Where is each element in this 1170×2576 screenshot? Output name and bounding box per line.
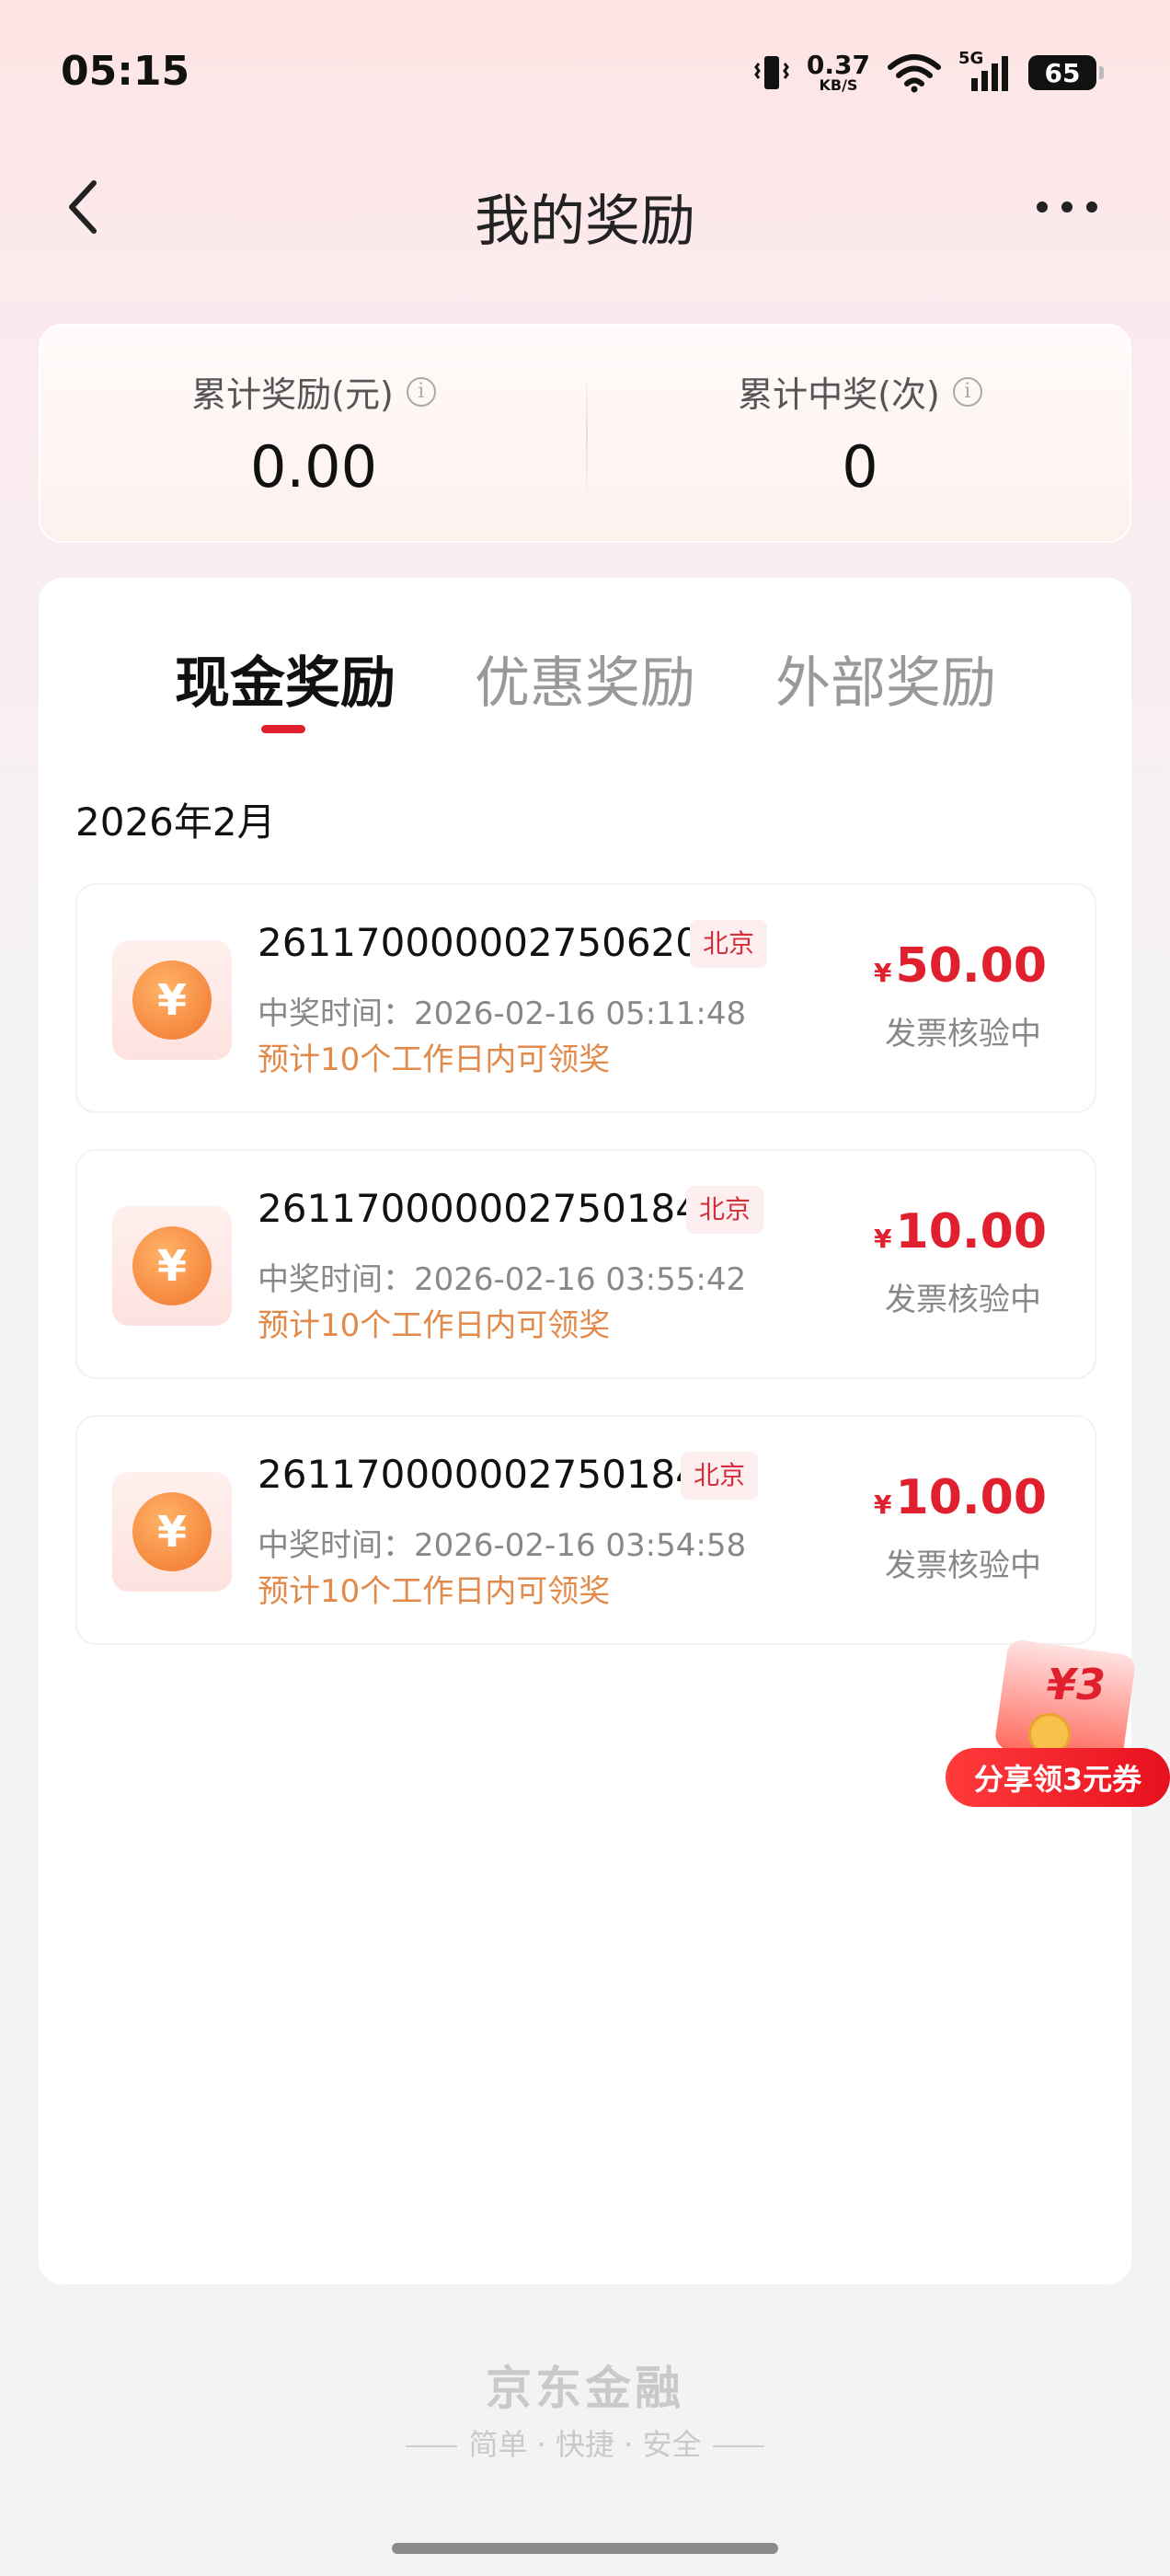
info-icon[interactable]: i — [952, 376, 982, 407]
currency-symbol: ¥ — [874, 1489, 892, 1520]
share-coupon-button[interactable]: 分享领3元券 — [946, 1748, 1170, 1807]
battery-indicator: 65 — [1028, 55, 1104, 90]
footer-brand: 京东金融 — [486, 2362, 684, 2415]
coin-icon-container: ¥ — [112, 1206, 232, 1326]
slogan-divider-left — [406, 2445, 458, 2447]
total-reward-summary: 累计奖励(元) i 0.00 — [40, 366, 587, 500]
footer-slogan: 简单 · 快捷 · 安全 — [0, 2421, 1170, 2464]
claim-note: 预计10个工作日内可领奖 — [258, 1041, 611, 1078]
active-tab-indicator — [261, 725, 305, 733]
reward-item[interactable]: ¥ 26117000000275018463 北京 中奖时间：2026-02-1… — [75, 1149, 1096, 1379]
reward-status: 发票核验中 — [885, 1282, 1041, 1318]
total-wins-label: 累计中奖(次) — [738, 374, 940, 415]
tab-cash-rewards[interactable]: 现金奖励 — [175, 638, 396, 719]
currency-symbol: ¥ — [874, 958, 892, 988]
reward-item[interactable]: ¥ 26117000000275062085 北京 中奖时间：2026-02-1… — [75, 883, 1096, 1113]
vibrate-icon — [754, 56, 789, 89]
city-tag: 北京 — [686, 1186, 764, 1234]
reward-status: 发票核验中 — [885, 1547, 1041, 1584]
tab-discount-rewards[interactable]: 优惠奖励 — [475, 638, 695, 719]
promo-badge: ¥3 — [1047, 1660, 1107, 1709]
yuan-coin-icon: ¥ — [132, 960, 212, 1040]
battery-level: 65 — [1044, 57, 1081, 88]
reward-amount: ¥50.00 — [874, 938, 1047, 994]
win-time: 中奖时间：2026-02-16 03:55:42 — [258, 1261, 747, 1298]
status-time: 05:15 — [61, 48, 190, 95]
more-dots-icon — [1037, 201, 1097, 213]
total-reward-label: 累计奖励(元) — [191, 374, 394, 415]
reward-summary-card: 累计奖励(元) i 0.00 累计中奖(次) i 0 — [39, 324, 1131, 543]
coin-icon-container: ¥ — [112, 1472, 232, 1592]
slogan-text: 简单 · 快捷 · 安全 — [468, 2427, 702, 2462]
page-title: 我的奖励 — [475, 190, 695, 254]
tab-external-rewards[interactable]: 外部奖励 — [775, 638, 996, 719]
order-number: 26117000000275062085 — [258, 920, 750, 965]
slogan-divider-right — [712, 2445, 764, 2447]
month-header: 2026年2月 — [75, 799, 276, 845]
network-speed-unit: KB/S — [819, 76, 858, 94]
info-icon[interactable]: i — [406, 376, 436, 407]
yuan-coin-icon: ¥ — [132, 1226, 212, 1305]
wifi-icon — [888, 54, 941, 93]
reward-status: 发票核验中 — [885, 1016, 1041, 1052]
reward-amount: ¥10.00 — [874, 1470, 1047, 1525]
network-speed-value: 0.37 — [806, 50, 870, 80]
city-tag: 北京 — [681, 1452, 759, 1500]
network-speed: 0.37 KB/S — [807, 52, 870, 93]
signal-bars-icon — [971, 56, 1008, 91]
total-wins-summary: 累计中奖(次) i 0 — [587, 366, 1133, 500]
city-tag: 北京 — [690, 920, 768, 968]
claim-note: 预计10个工作日内可领奖 — [258, 1307, 611, 1344]
more-options-button[interactable] — [1030, 175, 1104, 239]
win-time: 中奖时间：2026-02-16 05:11:48 — [258, 995, 747, 1032]
order-number: 26117000000275018412 — [258, 1452, 750, 1497]
reward-amount-value: 10.00 — [895, 1470, 1047, 1525]
reward-amount-value: 10.00 — [895, 1204, 1047, 1259]
claim-note: 预计10个工作日内可领奖 — [258, 1573, 611, 1610]
status-icons: 0.37 KB/S 5G 65 — [753, 49, 1104, 96]
home-indicator[interactable] — [392, 2543, 778, 2554]
cellular-signal: 5G — [958, 49, 1012, 93]
order-number: 26117000000275018463 — [258, 1186, 750, 1231]
total-reward-value: 0.00 — [249, 433, 378, 500]
reward-amount: ¥10.00 — [874, 1204, 1047, 1259]
currency-symbol: ¥ — [874, 1224, 892, 1254]
share-coupon-promo[interactable]: ¥3 分享领3元券 — [946, 1638, 1170, 1812]
win-time: 中奖时间：2026-02-16 03:54:58 — [258, 1527, 747, 1564]
reward-amount-value: 50.00 — [895, 938, 1047, 994]
yuan-coin-icon: ¥ — [132, 1492, 212, 1571]
total-wins-value: 0 — [842, 433, 878, 500]
coin-icon-container: ¥ — [112, 940, 232, 1060]
reward-item[interactable]: ¥ 26117000000275018412 北京 中奖时间：2026-02-1… — [75, 1415, 1096, 1645]
